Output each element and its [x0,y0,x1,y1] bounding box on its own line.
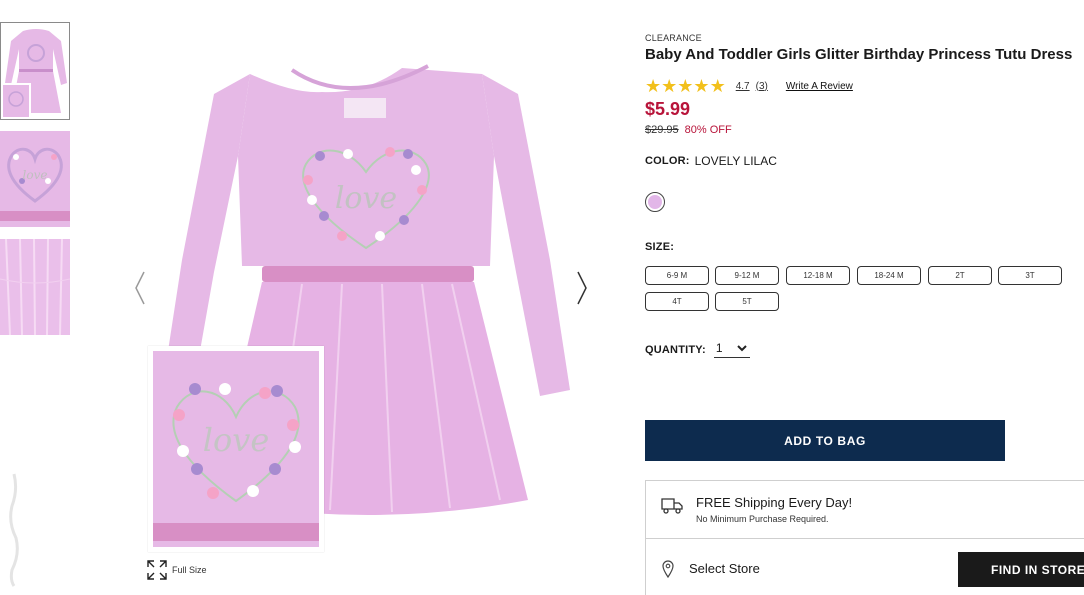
thumbnail-front-view[interactable] [0,22,70,120]
color-swatch-lovely-lilac[interactable] [645,192,665,212]
detail-inset-image: love [148,346,324,552]
chevron-down-icon [736,344,747,351]
full-size-label: Full Size [172,565,207,575]
truck-icon [661,498,683,514]
quantity-label: QUANTITY: [645,343,706,356]
color-value: LOVELY LILAC [694,154,777,168]
size-option[interactable]: 3T [998,266,1062,285]
star-icon: ★ [693,76,710,96]
star-icon: ★ [645,76,662,96]
shipping-subtitle: No Minimum Purchase Required. [696,514,829,524]
find-in-store-button[interactable]: FIND IN STORE [958,552,1084,587]
rating-row: ★ ★ ★ ★ ★ 4.7 (3) Write A Review [645,77,1084,95]
size-option[interactable]: 2T [928,266,992,285]
was-price: $29.95 [645,124,679,136]
quantity-value: 1 [715,341,723,355]
shipping-title: FREE Shipping Every Day! [696,495,853,510]
shirt-love-text: love [335,181,397,216]
size-option[interactable]: 9-12 M [715,266,779,285]
quantity-select[interactable]: 1 [713,341,750,358]
fulfillment-box: FREE Shipping Every Day! No Minimum Purc… [645,480,1084,595]
size-option[interactable]: 18-24 M [857,266,921,285]
rating-value[interactable]: 4.7 [736,81,750,92]
size-label: SIZE: [645,241,675,253]
svg-text:love: love [23,168,48,182]
expand-icon [147,560,167,580]
add-to-bag-button[interactable]: ADD TO BAG [645,420,1005,461]
product-title: Baby And Toddler Girls Glitter Birthday … [645,46,1073,63]
write-review-link[interactable]: Write A Review [786,81,853,92]
quantity-row: QUANTITY: 1 [645,341,750,358]
size-option[interactable]: 4T [645,292,709,311]
shipping-row: FREE Shipping Every Day! No Minimum Purc… [646,481,1084,539]
star-rating: ★ ★ ★ ★ ★ [645,77,726,95]
inset-love-text: love [203,421,270,459]
store-row: Select Store FIND IN STORE [646,539,1084,595]
previous-image-arrow-icon[interactable] [130,268,150,308]
sale-price: $5.99 [645,99,691,119]
location-pin-icon [662,560,674,578]
size-option[interactable]: 6-9 M [645,266,709,285]
star-icon: ★ [661,76,678,96]
clearance-label: CLEARANCE [645,33,702,43]
rating-count[interactable]: (3) [756,81,768,92]
watermark-graphic [4,470,24,590]
thumbnail-heart-detail[interactable]: love [0,131,70,227]
thumbnail-tulle-detail[interactable] [0,239,70,335]
size-option[interactable]: 5T [715,292,779,311]
color-label: COLOR: [645,155,690,167]
full-size-button[interactable]: Full Size [146,559,207,581]
was-price-row: $29.95 80% OFF [645,124,1084,136]
discount-label: 80% OFF [684,124,732,136]
size-option[interactable]: 12-18 M [786,266,850,285]
product-info: CLEARANCE Baby And Toddler Girls Glitter… [645,33,1084,461]
star-icon: ★ [677,76,694,96]
select-store-link[interactable]: Select Store [689,561,760,576]
color-row: COLOR: LOVELY LILAC [645,154,1084,168]
star-icon: ★ [709,76,726,96]
